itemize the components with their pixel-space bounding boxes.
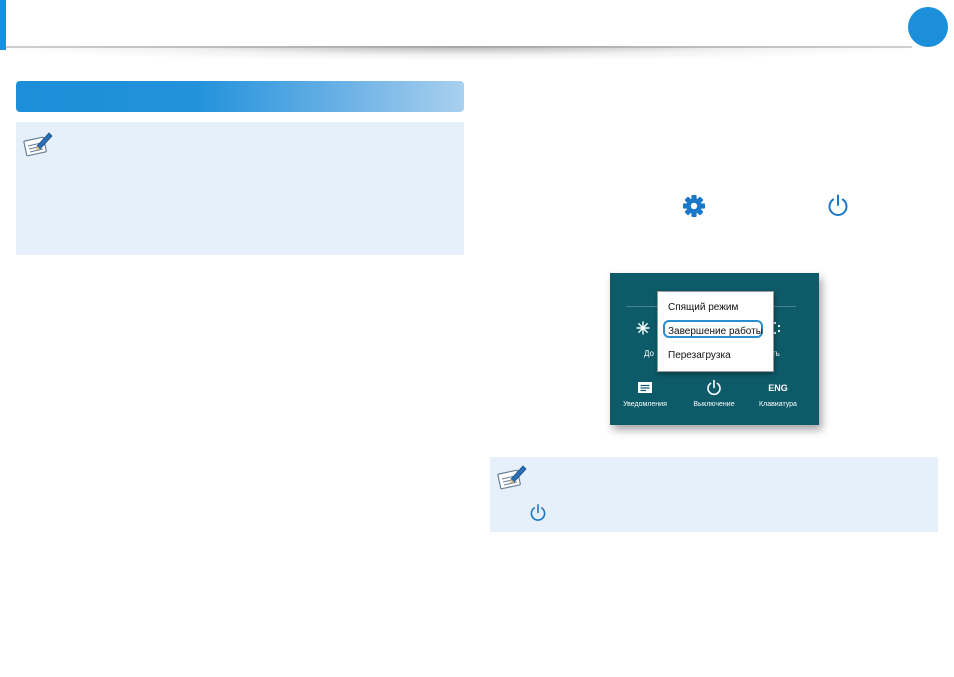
power-icon — [828, 194, 848, 217]
section-heading-bar — [16, 81, 464, 112]
menu-item-shutdown[interactable]: Завершение работы — [668, 326, 763, 337]
keyboard-button[interactable]: ENG Клавиатура — [746, 379, 810, 419]
page-badge — [908, 7, 948, 47]
keyboard-language-indicator: ENG — [768, 383, 788, 393]
header-accent-bar — [0, 0, 6, 50]
power-icon — [707, 379, 721, 396]
power-icon — [530, 503, 546, 521]
header-shadow — [6, 46, 912, 60]
memo-pencil-icon — [497, 465, 527, 490]
power-label: Выключение — [693, 401, 735, 408]
charm-label-left: До — [644, 349, 654, 358]
notifications-label: Уведомления — [623, 401, 667, 408]
power-button[interactable]: Выключение — [682, 379, 746, 419]
gear-icon — [683, 195, 705, 217]
note-box-left — [16, 122, 464, 255]
menu-item-restart[interactable]: Перезагрузка — [668, 350, 731, 361]
power-options-menu: Спящий режим Завершение работы Перезагру… — [657, 291, 774, 372]
notification-icon — [638, 382, 652, 393]
keyboard-label: Клавиатура — [759, 401, 797, 408]
notifications-button[interactable]: Уведомления — [613, 379, 677, 419]
brightness-icon — [636, 321, 650, 335]
shutdown-menu-screenshot: До сть Спящий режим Завершение работы Пе… — [610, 273, 819, 425]
note-box-right — [490, 457, 938, 532]
memo-pencil-icon — [23, 132, 53, 157]
header-rule — [6, 46, 912, 48]
menu-item-sleep[interactable]: Спящий режим — [668, 302, 738, 313]
